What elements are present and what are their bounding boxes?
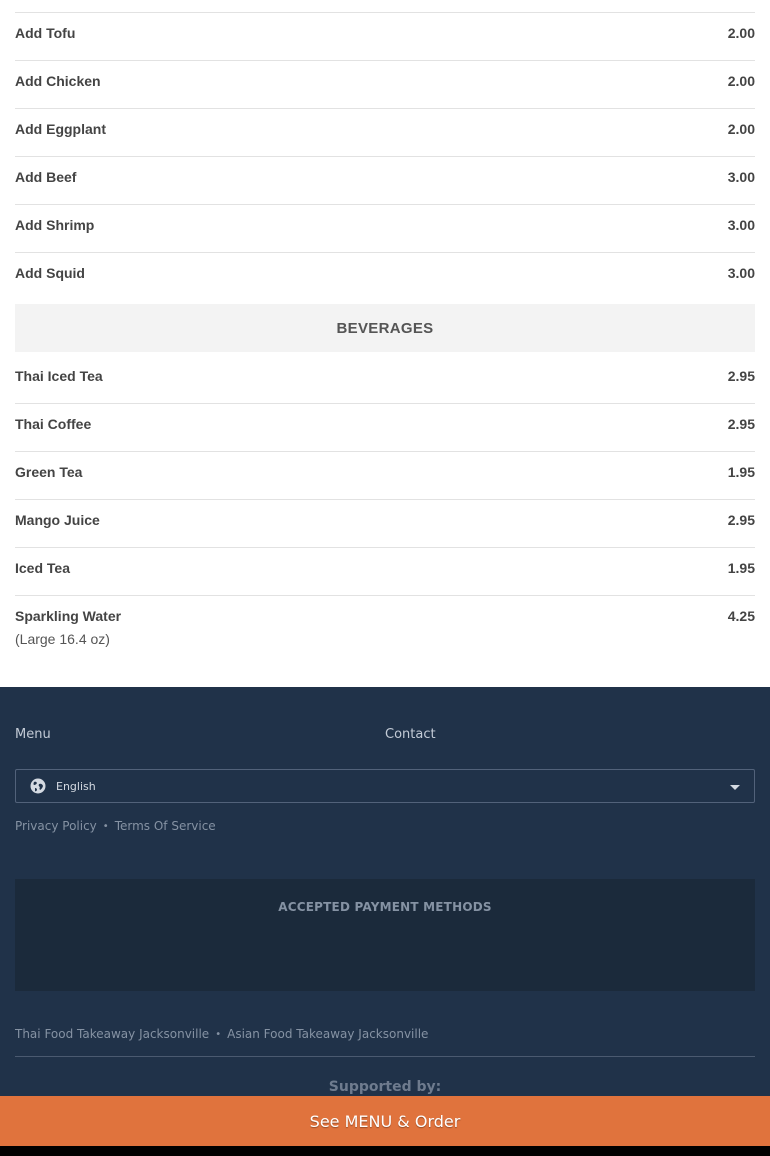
bottom-bar	[0, 1146, 770, 1156]
menu-item-price: 4.25	[727, 608, 755, 624]
menu-item-price: 3.00	[727, 265, 755, 281]
separator: •	[215, 1028, 222, 1040]
language-select[interactable]: English	[15, 769, 755, 803]
menu-item[interactable]: Iced Tea 1.95	[15, 559, 755, 596]
menu-item[interactable]: Add Shrimp 3.00	[15, 216, 755, 253]
menu-item[interactable]: Add Tofu 2.00	[15, 24, 755, 61]
menu-item[interactable]: Green Tea 1.95	[15, 463, 755, 500]
section-header-beverages: BEVERAGES	[15, 304, 755, 352]
privacy-policy-link[interactable]: Privacy Policy	[15, 819, 97, 833]
seo-link[interactable]: Asian Food Takeaway Jacksonville	[227, 1027, 428, 1041]
see-menu-order-button[interactable]: See MENU & Order	[0, 1096, 770, 1146]
menu-item[interactable]: Thai Coffee 2.95	[15, 415, 755, 452]
menu-item-name: Add Squid	[15, 265, 85, 281]
globe-icon	[30, 778, 46, 794]
menu-item-price: 2.00	[727, 25, 755, 41]
seo-link[interactable]: Thai Food Takeaway Jacksonville	[15, 1027, 209, 1041]
menu-item-price: 2.00	[727, 121, 755, 137]
menu-item-price: 1.95	[727, 560, 755, 576]
menu-item-price: 2.95	[727, 512, 755, 528]
menu-item[interactable]: Thai Iced Tea 2.95	[15, 367, 755, 404]
menu-item-description: (Large 16.4 oz)	[15, 631, 110, 647]
language-selected: English	[56, 779, 96, 793]
menu-item-info: Sparkling Water (Large 16.4 oz)	[15, 607, 121, 657]
menu-item-price: 2.95	[727, 416, 755, 432]
menu-item[interactable]: Sparkling Water (Large 16.4 oz) 4.25	[15, 607, 755, 657]
menu-item-name: Thai Coffee	[15, 416, 92, 432]
menu-item[interactable]: Add Chicken 2.00	[15, 72, 755, 109]
menu-item-name: Iced Tea	[15, 560, 70, 576]
seo-links: Thai Food Takeaway Jacksonville • Asian …	[15, 1027, 428, 1041]
menu-item-name: Add Chicken	[15, 73, 101, 89]
payment-methods-title: ACCEPTED PAYMENT METHODS	[278, 900, 492, 914]
payment-methods-panel: ACCEPTED PAYMENT METHODS	[15, 879, 755, 991]
menu-item[interactable]: Mango Juice 2.95	[15, 511, 755, 548]
supported-by-label: Supported by:	[328, 1079, 442, 1095]
footer: Menu Contact English Privacy Policy • Te…	[0, 687, 770, 1156]
menu-item-price: 2.00	[727, 73, 755, 89]
menu-item-name: Sparkling Water	[15, 608, 122, 624]
divider	[15, 12, 755, 13]
menu-item[interactable]: Add Squid 3.00	[15, 264, 755, 301]
menu-item-name: Add Shrimp	[15, 217, 95, 233]
footer-link-menu[interactable]: Menu	[15, 727, 51, 742]
terms-of-service-link[interactable]: Terms Of Service	[115, 819, 216, 833]
menu-item-name: Mango Juice	[15, 512, 100, 528]
legal-links: Privacy Policy • Terms Of Service	[15, 819, 216, 833]
menu-item-name: Add Eggplant	[15, 121, 106, 137]
chevron-down-icon	[730, 785, 740, 790]
menu-item-name: Add Beef	[15, 169, 77, 185]
menu-item-price: 3.00	[727, 169, 755, 185]
section-title: BEVERAGES	[336, 319, 434, 337]
menu-item[interactable]: Add Beef 3.00	[15, 168, 755, 205]
cta-label: See MENU & Order	[309, 1111, 461, 1131]
menu-item-price: 2.95	[727, 368, 755, 384]
menu-item-price: 1.95	[727, 464, 755, 480]
menu-item-name: Add Tofu	[15, 25, 76, 41]
separator: •	[102, 820, 109, 832]
menu-item-price: 3.00	[727, 217, 755, 233]
divider	[15, 1056, 755, 1057]
menu-item-name: Thai Iced Tea	[15, 368, 103, 384]
menu-item-name: Green Tea	[15, 464, 83, 480]
menu-item[interactable]: Add Eggplant 2.00	[15, 120, 755, 157]
footer-link-contact[interactable]: Contact	[385, 727, 436, 742]
